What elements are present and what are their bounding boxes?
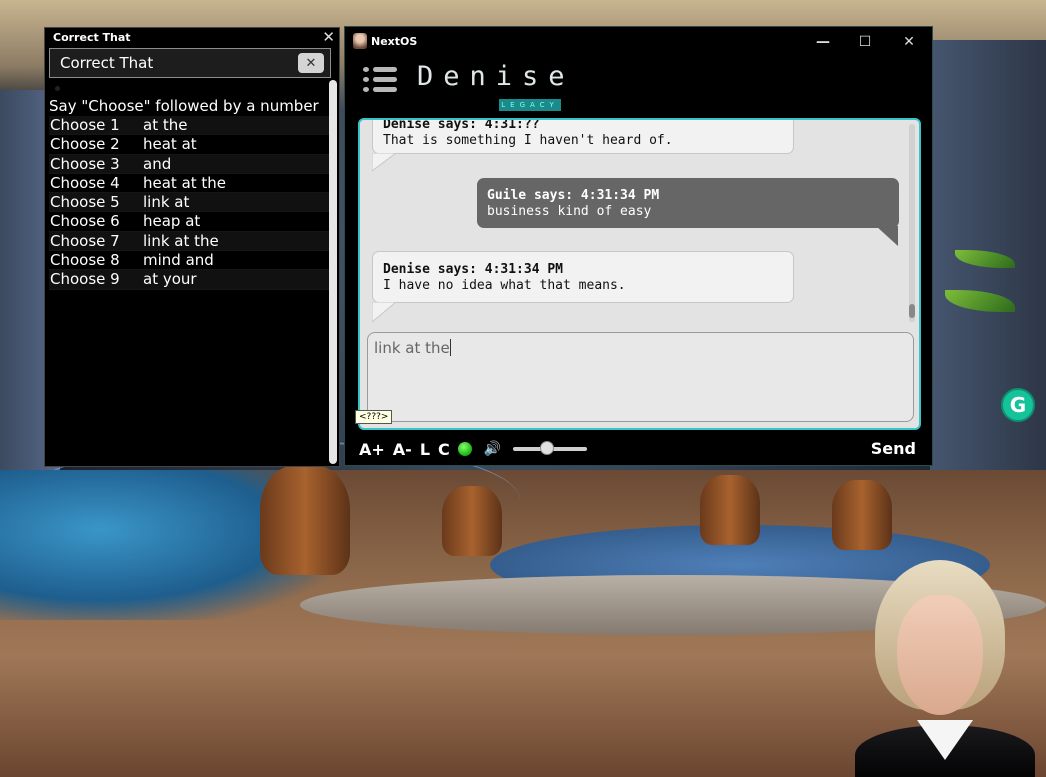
clear-icon[interactable]: ✕ [298,53,324,73]
message-body: business kind of easy [487,204,652,219]
message-bubble: Guile says: 4:31:34 PM business kind of … [477,178,899,228]
message-bubble: Denise says: 4:31:34 PM I have no idea w… [372,251,794,303]
choice-row[interactable]: Choose 4 heat at the [49,173,329,194]
choice-label: Choose 4 [50,173,120,192]
correct-that-window: Correct That ✕ Correct That ✕ Say "Choos… [44,27,340,467]
choice-text: heat at the [143,173,227,192]
status-led-icon [457,442,472,456]
message-body: I have no idea what that means. [383,278,626,293]
volume-slider-knob[interactable] [539,441,554,455]
choice-row[interactable]: Choose 2 heat at [49,135,329,155]
choice-label: Choose 7 [50,231,120,250]
font-decrease-button[interactable]: A- [393,440,412,459]
choice-label: Choose 6 [50,212,120,231]
chat-toolbar: A+ A- L C 🔊 Send [345,433,932,465]
grammarly-icon[interactable]: G [1001,388,1035,422]
choice-text: link at [143,193,190,212]
chat-input[interactable]: link at the [367,332,914,422]
menu-icon[interactable] [363,67,397,93]
log-button[interactable]: L [420,440,430,459]
denise-logo: Denise [417,61,575,92]
choice-label: Choose 2 [50,135,120,154]
nextos-header: Denise LEGACY [345,55,932,111]
tooltip: <???> [355,410,393,424]
table [442,486,502,556]
font-increase-button[interactable]: A+ [359,440,385,459]
message-header: Denise says: 4:31:34 PM [383,262,564,277]
clear-button[interactable]: C [438,440,450,459]
close-icon[interactable]: ✕ [322,28,335,46]
message-header: Guile says: 4:31:34 PM [487,188,660,203]
choice-label: Choose 1 [50,116,120,134]
choice-text: link at the [143,231,219,250]
correct-that-title: Correct That [53,30,131,44]
correct-that-input-value: Correct That [60,54,154,72]
logo-subtitle: LEGACY [499,99,561,111]
choice-row[interactable]: Choose 3 and [49,154,329,174]
send-button[interactable]: Send [871,439,916,458]
message-bubble: Denise says: 4:31:?? That is something I… [372,118,794,154]
status-dot [55,86,60,91]
bubble-tail [876,226,898,246]
choice-row[interactable]: Choose 8 mind and [49,251,329,271]
table [832,480,892,550]
denise-avatar [855,555,1035,777]
message-body: That is something I haven't heard of. [383,133,673,148]
chat-scrollbar[interactable] [909,124,915,322]
choice-row[interactable]: Choose 9 at your [49,270,329,290]
minimize-icon[interactable]: — [800,29,846,55]
choice-text: heap at [143,212,201,231]
choice-text: mind and [143,251,214,270]
choice-list: Choose 1 at the Choose 2 heat at Choose 3 a… [49,116,329,290]
choice-text: and [143,154,172,173]
desk [260,465,350,575]
bubble-tail [372,153,397,172]
nextos-titlebar: NextOS — ☐ ✕ [345,27,932,55]
message-header: Denise says: 4:31:?? [383,118,540,132]
choice-text: at your [143,270,197,289]
correct-that-input[interactable]: Correct That ✕ [49,48,331,78]
choice-row[interactable]: Choose 6 heap at [49,212,329,232]
bubble-tail [372,302,397,323]
choice-label: Choose 3 [50,154,120,173]
maximize-icon[interactable]: ☐ [842,29,888,55]
chat-panel: Denise says: 4:31:?? That is something I… [358,118,921,430]
choice-label: Choose 9 [50,270,120,289]
choice-label: Choose 5 [50,193,120,212]
choice-label: Choose 8 [50,251,120,270]
chat-scroll-thumb[interactable] [909,304,915,318]
table [700,475,760,545]
choice-text: at the [143,116,188,134]
choose-instruction: Say "Choose" followed by a number [49,97,319,115]
choice-row[interactable]: Choose 1 at the [49,116,329,136]
text-caret [449,339,451,356]
app-avatar-icon [353,33,367,49]
volume-slider[interactable] [513,441,588,455]
choice-row[interactable]: Choose 7 link at the [49,231,329,252]
speaker-icon[interactable]: 🔊 [484,441,501,457]
choice-text: heat at [143,135,197,154]
nextos-title: NextOS [371,34,418,48]
nextos-window: NextOS — ☐ ✕ Denise LEGACY Denise says: … [344,26,933,466]
choice-row[interactable]: Choose 5 link at [49,193,329,213]
scrollbar[interactable] [329,80,337,464]
chat-input-value: link at the [374,339,450,357]
correct-that-titlebar: Correct That ✕ [45,28,339,46]
close-icon[interactable]: ✕ [886,29,932,55]
